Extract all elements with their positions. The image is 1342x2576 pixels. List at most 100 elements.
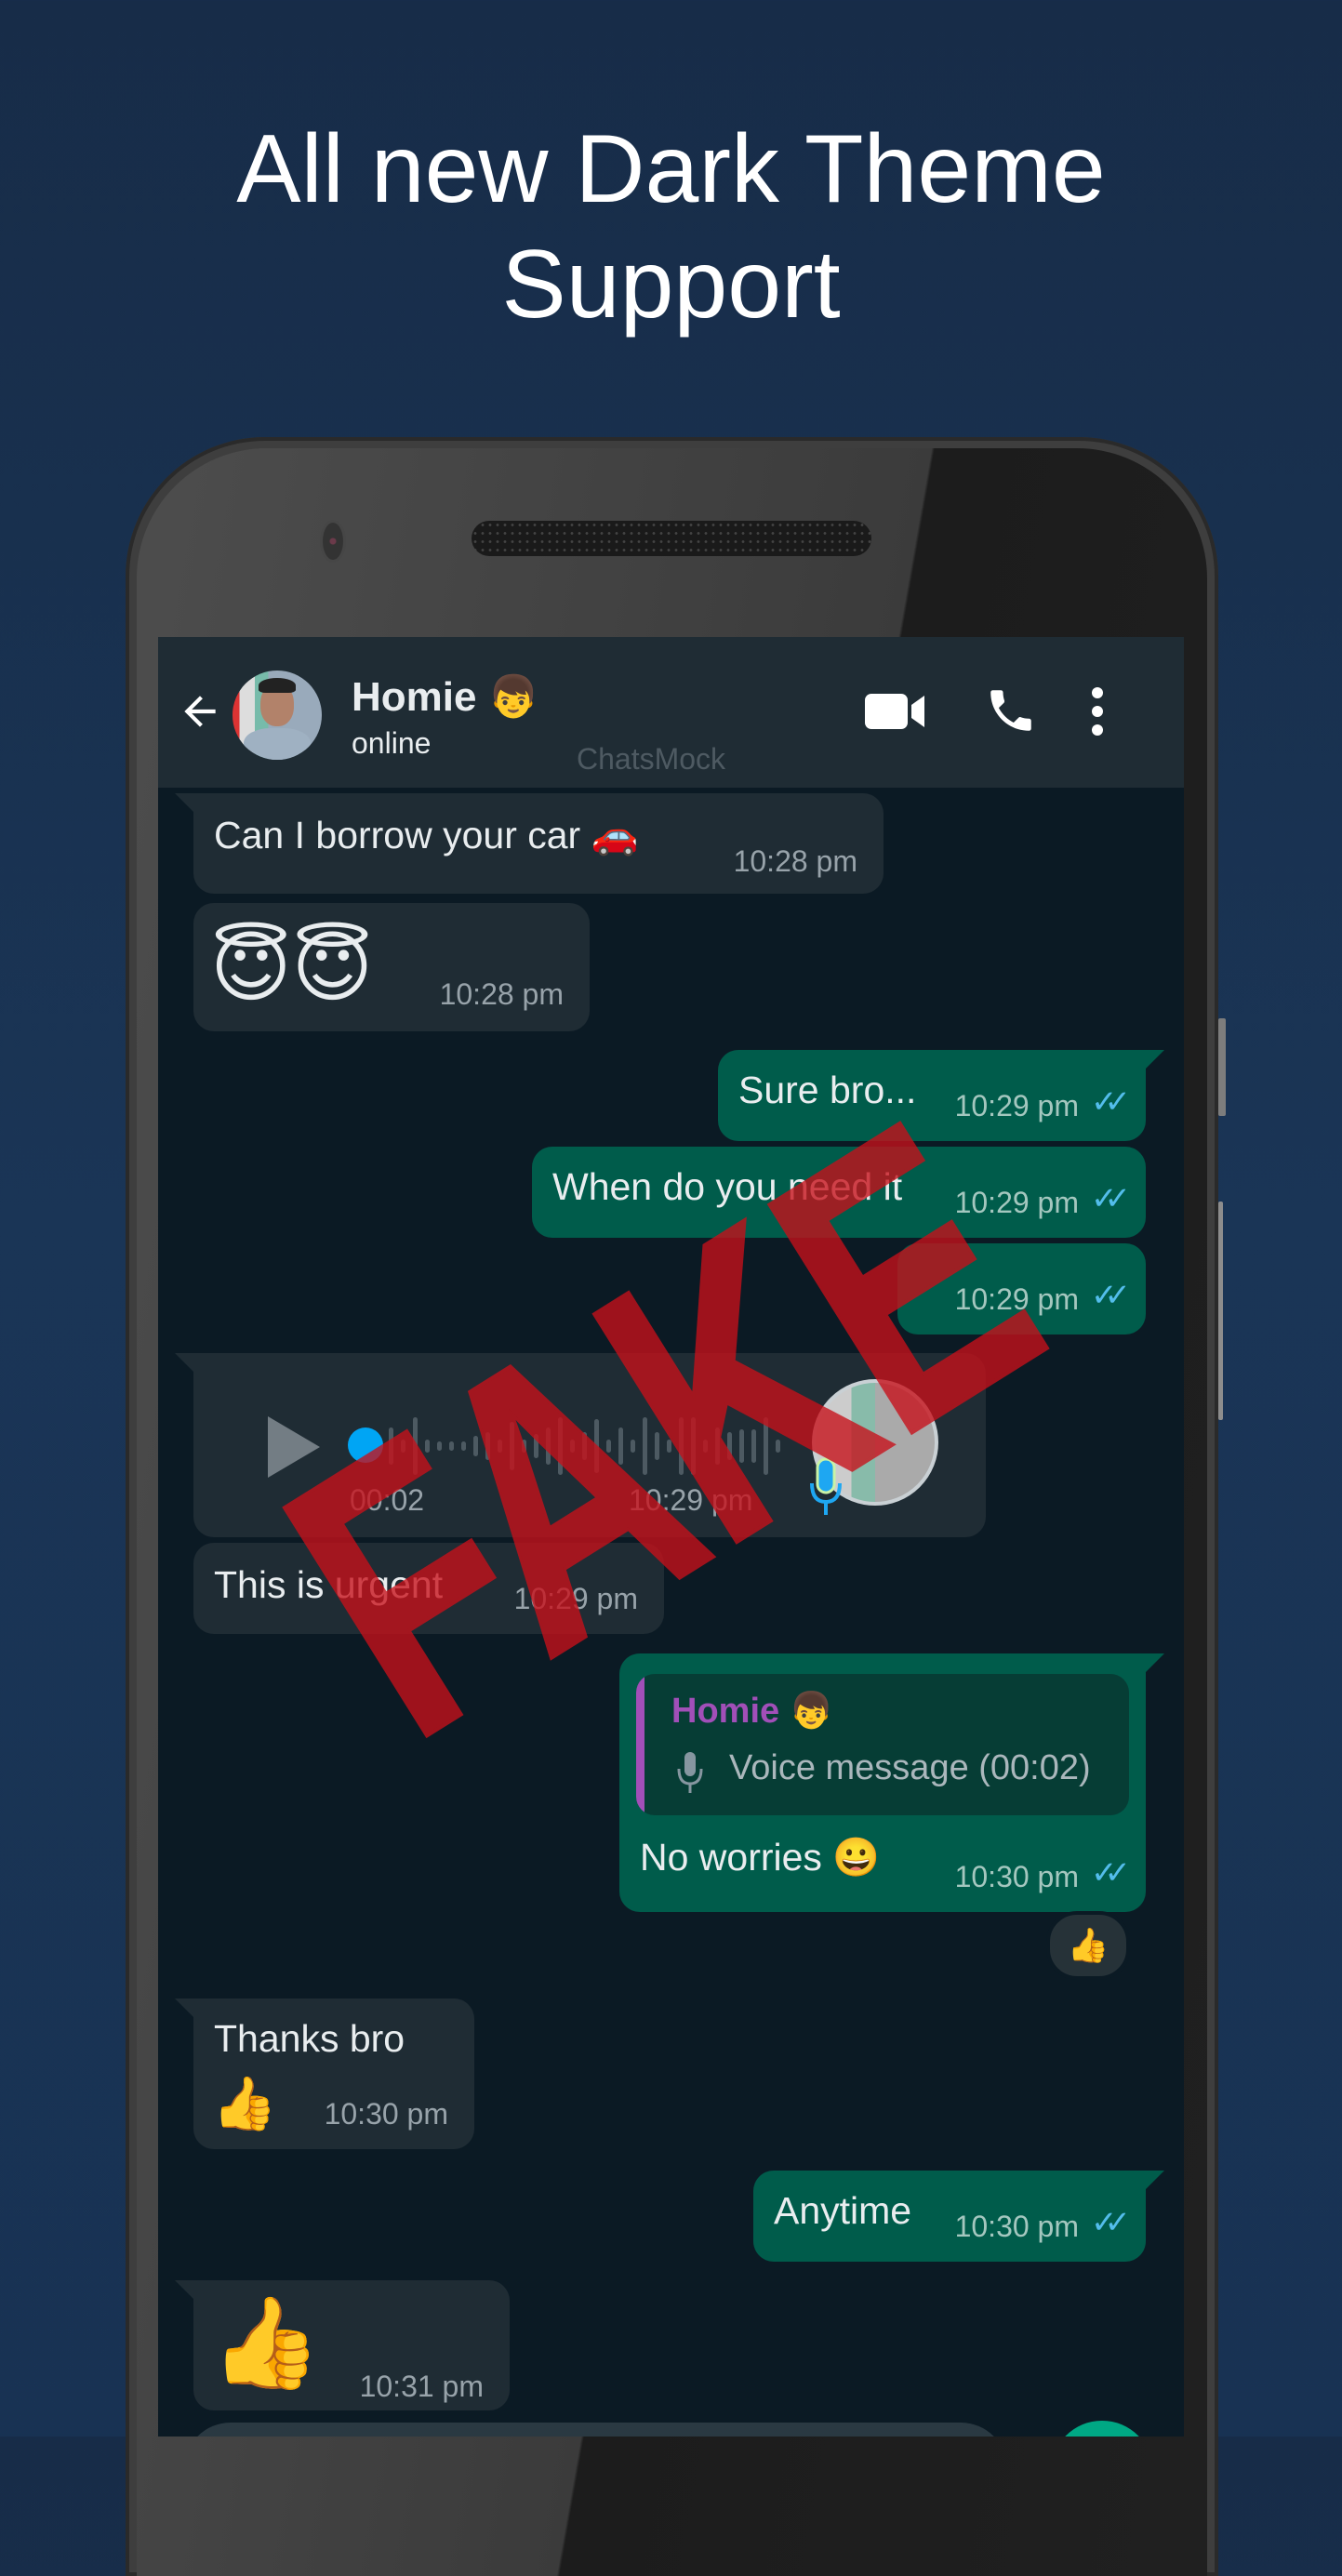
message-time: 10:28 pm	[733, 844, 857, 878]
message-input[interactable]	[184, 2423, 1007, 2437]
waveform-bar	[618, 1427, 623, 1465]
message-text: No worries 😀	[640, 1836, 881, 1879]
microphone-icon	[810, 1457, 842, 1515]
message-outgoing[interactable]: 10:29 pm ✓✓	[897, 1243, 1146, 1334]
quote-accent-bar	[636, 1674, 644, 1815]
power-button	[1218, 1018, 1226, 1116]
message-incoming[interactable]: Can I borrow your car 🚗 10:28 pm	[175, 793, 884, 894]
waveform-bar	[582, 1432, 587, 1460]
message-text: Anytime	[774, 2189, 912, 2232]
voice-call-icon[interactable]	[984, 684, 1038, 737]
waveform-bar	[679, 1417, 684, 1475]
read-ticks-icon: ✓✓	[1091, 1855, 1131, 1891]
audio-waveform	[389, 1409, 780, 1483]
volume-button	[1218, 1202, 1223, 1420]
message-time: 10:30 pm	[954, 1860, 1079, 1893]
microphone-icon	[677, 1752, 703, 1793]
waveform-bar	[401, 1440, 405, 1453]
waveform-bar	[739, 1429, 744, 1463]
waveform-bar	[473, 1436, 478, 1456]
waveform-bar	[703, 1440, 708, 1453]
voice-message[interactable]: 00:02 10:29 pm	[175, 1353, 986, 1537]
message-emoji: 👍	[210, 2293, 322, 2393]
quoted-text: Voice message (00:02)	[729, 1748, 1091, 1787]
waveform-bar	[449, 1441, 454, 1451]
headline-line-1: All new Dark Theme	[236, 115, 1106, 223]
waveform-bar	[413, 1417, 418, 1475]
message-time: 10:30 pm	[954, 2210, 1079, 2243]
message-reaction[interactable]: 👍	[1046, 1911, 1130, 1980]
message-outgoing[interactable]: Anytime 10:30 pm ✓✓	[753, 2171, 1164, 2262]
waveform-bar	[715, 1427, 720, 1465]
read-ticks-icon: ✓✓	[1091, 1278, 1131, 1313]
message-time: 10:29 pm	[629, 1483, 753, 1517]
waveform-bar	[606, 1440, 611, 1453]
quoted-sender: Homie 👦	[671, 1692, 834, 1731]
message-text: Thanks bro	[214, 2017, 405, 2060]
waveform-bar	[522, 1440, 526, 1453]
message-emoji: 👍	[212, 2074, 277, 2132]
waveform-bar	[558, 1417, 563, 1475]
contact-avatar[interactable]	[233, 671, 322, 760]
waveform-bar	[570, 1440, 575, 1453]
waveform-bar	[643, 1417, 647, 1475]
headline-line-2: Support	[501, 231, 841, 339]
waveform-bar	[510, 1422, 514, 1470]
message-outgoing-reply[interactable]: Homie 👦 Voice message (00:02) No worries…	[619, 1653, 1164, 1912]
send-voice-button[interactable]	[1051, 2421, 1153, 2437]
message-text: Can I borrow your car 🚗	[214, 814, 639, 856]
message-time: 10:29 pm	[513, 1582, 638, 1615]
earpiece-speaker	[472, 521, 871, 556]
message-time: 10:28 pm	[439, 977, 564, 1011]
more-options-icon[interactable]	[1088, 685, 1107, 737]
message-text: When do you need it	[552, 1165, 903, 1208]
waveform-bar	[461, 1441, 466, 1451]
waveform-bar	[631, 1440, 635, 1453]
message-incoming[interactable]: This is urgent 10:29 pm	[193, 1543, 664, 1634]
waveform-bar	[425, 1440, 430, 1453]
back-arrow-icon[interactable]	[177, 688, 223, 735]
message-incoming[interactable]: 😇😇 10:28 pm	[193, 903, 590, 1031]
waveform-bar	[655, 1432, 659, 1460]
chat-header: Homie 👦 online ChatsMock	[158, 637, 1184, 788]
read-ticks-icon: ✓✓	[1091, 2205, 1131, 2240]
message-time: 10:31 pm	[359, 2370, 484, 2403]
waveform-bar	[437, 1441, 442, 1451]
message-text: This is urgent	[214, 1563, 444, 1606]
contact-status: online	[352, 726, 432, 760]
message-text: 😇😇	[210, 922, 374, 1013]
waveform-bar	[727, 1432, 732, 1460]
message-outgoing[interactable]: When do you need it 10:29 pm ✓✓	[532, 1147, 1146, 1238]
message-time: 10:29 pm	[954, 1186, 1079, 1219]
waveform-bar	[498, 1440, 502, 1453]
message-outgoing[interactable]: Sure bro... 10:29 pm ✓✓	[718, 1050, 1164, 1141]
read-ticks-icon: ✓✓	[1091, 1084, 1131, 1120]
waveform-bar	[485, 1432, 490, 1460]
message-time: 10:30 pm	[324, 2097, 448, 2131]
waveform-bar	[751, 1429, 756, 1463]
waveform-bar	[594, 1419, 599, 1473]
headline: All new Dark Theme Support	[0, 112, 1342, 342]
video-call-icon[interactable]	[863, 688, 928, 735]
front-camera-icon	[323, 523, 343, 560]
waveform-bar	[546, 1427, 551, 1465]
waveform-bar	[764, 1417, 768, 1475]
message-incoming[interactable]: 👍 10:31 pm	[175, 2280, 510, 2410]
playback-scrubber[interactable]	[348, 1427, 383, 1463]
waveform-bar	[776, 1440, 780, 1453]
chat-screen: Homie 👦 online ChatsMock Can I borrow yo…	[158, 637, 1184, 2437]
waveform-bar	[534, 1434, 538, 1458]
message-incoming[interactable]: Thanks bro 👍 10:30 pm	[175, 1998, 474, 2149]
contact-name[interactable]: Homie 👦	[352, 672, 538, 721]
waveform-bar	[389, 1427, 393, 1465]
message-text: Sure bro...	[738, 1069, 917, 1111]
message-time: 10:29 pm	[954, 1089, 1079, 1122]
read-ticks-icon: ✓✓	[1091, 1181, 1131, 1216]
play-icon[interactable]	[268, 1416, 320, 1478]
voice-duration: 00:02	[350, 1483, 425, 1517]
app-watermark: ChatsMock	[577, 742, 726, 776]
message-time: 10:29 pm	[954, 1282, 1079, 1316]
waveform-bar	[667, 1440, 671, 1453]
waveform-bar	[691, 1417, 696, 1475]
quoted-message[interactable]: Homie 👦 Voice message (00:02)	[636, 1674, 1129, 1815]
